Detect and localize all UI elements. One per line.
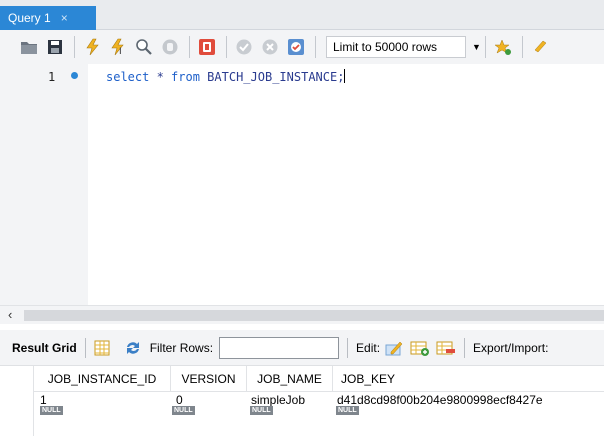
tab-query-1[interactable]: Query 1 ×	[0, 6, 96, 30]
save-icon[interactable]	[44, 36, 66, 58]
toolbar-separator	[484, 36, 486, 58]
statement-marker-icon	[71, 72, 78, 79]
toolbar-separator	[226, 36, 227, 58]
toolbar-separator	[84, 337, 86, 358]
chevron-down-icon[interactable]: ▼	[472, 42, 481, 52]
execute-icon[interactable]	[81, 36, 103, 58]
query-toolbar: I Limit to 50000 rows ▼	[0, 30, 604, 64]
toolbar-separator	[464, 337, 466, 358]
code-star: *	[149, 70, 172, 84]
column-header-job-instance-id[interactable]: JOB_INSTANCE_ID	[34, 366, 171, 392]
beautify-icon[interactable]	[492, 36, 514, 58]
code-table-name: BATCH_JOB_INSTANCE;	[199, 70, 345, 84]
execute-current-icon[interactable]: I	[107, 36, 129, 58]
column-header-version[interactable]: VERSION	[171, 366, 247, 392]
sql-editor[interactable]: 1 select * from BATCH_JOB_INSTANCE;	[0, 64, 604, 305]
toolbar-separator	[521, 36, 523, 58]
column-header-job-key[interactable]: JOB_KEY	[333, 366, 604, 392]
filter-rows-label: Filter Rows:	[149, 340, 214, 355]
commit-icon[interactable]	[233, 36, 255, 58]
row-header-column	[0, 366, 34, 436]
cell-job-key[interactable]: d41d8cd98f00b204e9800998ecf8427e	[333, 393, 543, 409]
tab-title: Query 1	[8, 11, 51, 25]
toolbar-separator	[347, 337, 349, 358]
toolbar-separator	[315, 36, 316, 58]
edit-label: Edit:	[356, 340, 381, 355]
filter-rows-input[interactable]	[219, 336, 340, 359]
line-number: 1	[48, 70, 56, 84]
null-badge[interactable]: NULL	[172, 406, 195, 415]
grid-view-icon[interactable]	[94, 340, 110, 356]
edit-row-icon[interactable]	[384, 339, 404, 357]
scroll-left-icon[interactable]: ‹	[8, 307, 12, 322]
keyword-select: select	[106, 70, 150, 84]
close-tab-icon[interactable]: ×	[61, 11, 68, 25]
svg-text:I: I	[119, 47, 122, 56]
limit-rows-value: Limit to 50000 rows	[333, 40, 438, 54]
delete-row-icon[interactable]	[436, 339, 456, 357]
code-line[interactable]: select * from BATCH_JOB_INSTANCE;	[106, 69, 346, 84]
refresh-icon[interactable]	[124, 340, 142, 356]
export-import-label: Export/Import:	[473, 340, 549, 355]
line-gutter: 1	[0, 64, 88, 305]
result-toolbar: Result Grid Filter Rows: Edit: Export/Im…	[0, 330, 604, 366]
add-row-icon[interactable]	[410, 339, 430, 357]
result-grid-label[interactable]: Result Grid	[12, 341, 77, 355]
keyword-from: from	[171, 70, 200, 84]
toolbar-separator	[74, 36, 75, 58]
stop-icon[interactable]	[159, 36, 181, 58]
text-caret	[344, 69, 346, 83]
toggle-continue-icon[interactable]	[196, 36, 218, 58]
limit-rows-select[interactable]: Limit to 50000 rows	[326, 36, 466, 58]
toolbar-separator	[189, 36, 190, 58]
autocommit-icon[interactable]	[285, 36, 307, 58]
explain-icon[interactable]	[133, 36, 155, 58]
column-header-job-name[interactable]: JOB_NAME	[247, 366, 333, 392]
find-icon[interactable]	[529, 36, 551, 58]
rollback-icon[interactable]	[259, 36, 281, 58]
null-badge[interactable]: NULL	[336, 406, 359, 415]
tab-bar: Query 1 ×	[0, 0, 604, 30]
null-badge[interactable]: NULL	[40, 406, 63, 415]
scrollbar-thumb[interactable]	[24, 310, 604, 321]
result-grid[interactable]: JOB_INSTANCE_ID VERSION JOB_NAME JOB_KEY…	[0, 366, 604, 436]
editor-horizontal-scrollbar[interactable]: ‹	[0, 305, 604, 324]
null-badge[interactable]: NULL	[250, 406, 273, 415]
folder-open-icon[interactable]	[18, 36, 40, 58]
